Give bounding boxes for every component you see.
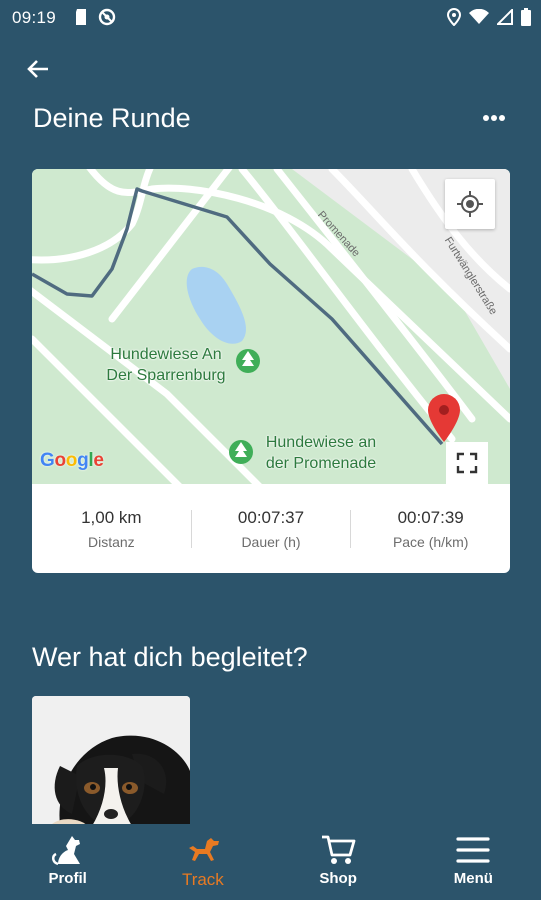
wifi-icon xyxy=(469,8,489,30)
my-location-button[interactable] xyxy=(445,179,495,229)
map-label-promenade: Hundewiese an der Promenade xyxy=(265,434,377,472)
nav-label-track: Track xyxy=(181,870,224,889)
nav-label-shop: Shop xyxy=(319,870,357,887)
back-button[interactable] xyxy=(24,55,52,83)
track-summary-card: Promenade Furtwänglerstraße Hundewiese A… xyxy=(32,169,510,573)
nav-item-profil[interactable]: Profil xyxy=(0,824,135,900)
do-not-disturb-icon xyxy=(98,8,116,31)
stat-distance: 1,00 km Distanz xyxy=(32,508,191,550)
sd-card-icon xyxy=(74,8,88,31)
nav-item-menu[interactable]: Menü xyxy=(406,824,541,900)
cellular-signal-icon xyxy=(495,7,513,30)
google-logo: Google xyxy=(40,450,104,471)
track-stats: 1,00 km Distanz 00:07:37 Dauer (h) 00:07… xyxy=(32,484,510,573)
hamburger-menu-icon xyxy=(456,837,490,863)
fullscreen-button[interactable] xyxy=(446,442,488,484)
dog-running-icon xyxy=(188,838,219,861)
stat-pace-value: 00:07:39 xyxy=(397,507,464,527)
dog-sitting-icon xyxy=(51,836,80,866)
nav-label-profil: Profil xyxy=(48,870,87,887)
fullscreen-icon xyxy=(456,452,478,474)
route-map[interactable]: Promenade Furtwänglerstraße Hundewiese A… xyxy=(32,169,510,484)
stat-pace: 00:07:39 Pace (h/km) xyxy=(351,508,510,550)
stat-duration-value: 00:07:37 xyxy=(237,507,305,527)
bottom-navigation: Profil Track Shop Menü xyxy=(0,824,541,900)
map-label-sparrenburg: Hundewiese An Der Sparrenburg xyxy=(106,346,226,384)
nav-item-shop[interactable]: Shop xyxy=(271,824,406,900)
battery-icon xyxy=(521,8,531,31)
stat-distance-value: 1,00 km xyxy=(81,507,142,527)
status-time: 09:19 xyxy=(12,8,57,27)
more-horizontal-icon xyxy=(483,115,505,121)
page-title: Deine Runde xyxy=(33,103,191,133)
stat-duration: 00:07:37 Dauer (h) xyxy=(192,508,351,550)
crosshair-icon xyxy=(457,191,483,217)
status-bar: 09:19 xyxy=(0,0,541,34)
companions-title: Wer hat dich begleitet? xyxy=(32,642,308,672)
stat-duration-label: Dauer (h) xyxy=(241,533,301,550)
map-pin-icon xyxy=(426,392,462,449)
nav-label-menu: Menü xyxy=(453,870,493,887)
location-icon xyxy=(446,7,462,31)
more-options-button[interactable] xyxy=(480,108,510,128)
park-marker-icon-2 xyxy=(229,440,253,464)
stat-pace-label: Pace (h/km) xyxy=(392,533,469,550)
status-left-icons xyxy=(74,8,116,31)
status-right-icons xyxy=(446,7,531,31)
arrow-left-icon xyxy=(27,60,48,78)
dog-photo-card[interactable] xyxy=(32,696,190,836)
park-marker-icon xyxy=(236,349,260,373)
nav-item-track[interactable]: Track xyxy=(135,824,270,900)
shopping-cart-icon xyxy=(322,835,356,864)
stat-distance-label: Distanz xyxy=(87,533,135,550)
dog-photo xyxy=(32,696,190,836)
